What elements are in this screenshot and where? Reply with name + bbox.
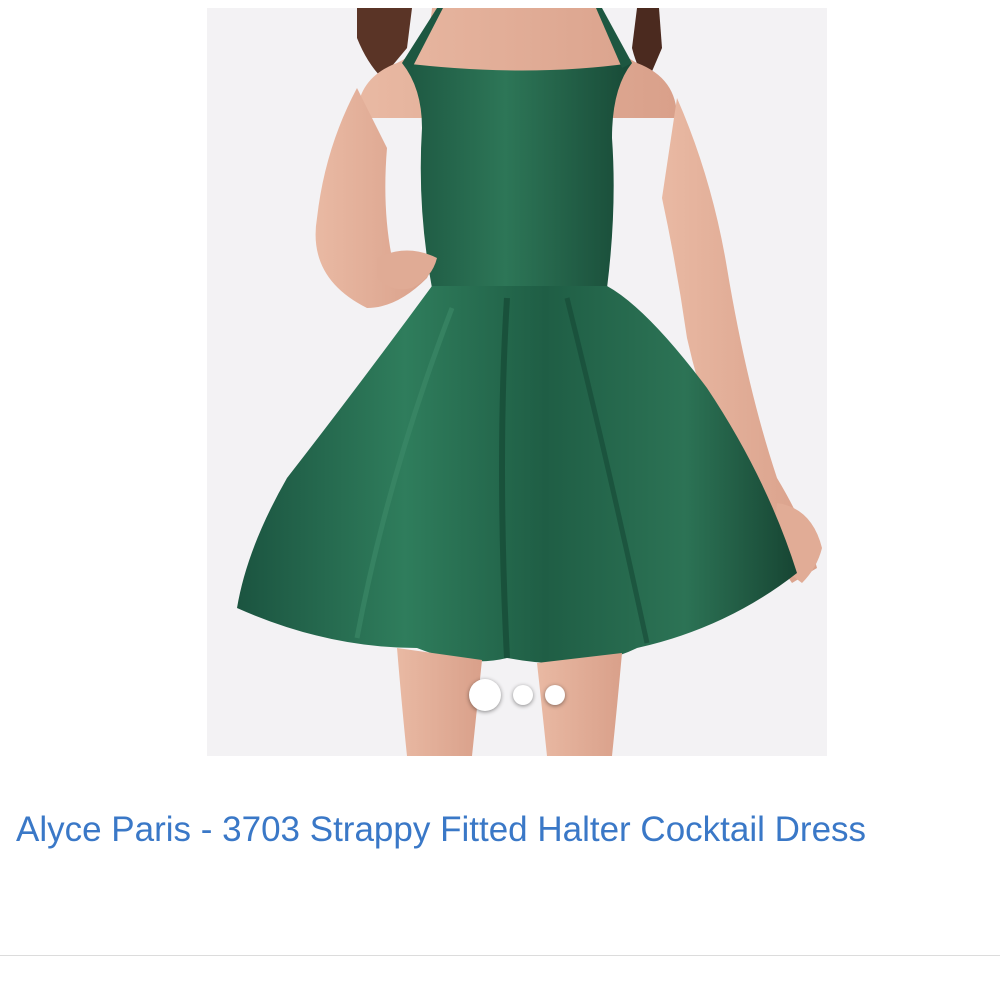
carousel-dot-3[interactable]	[545, 685, 565, 705]
product-image-carousel[interactable]	[207, 8, 827, 756]
product-card: Alyce Paris - 3703 Strappy Fitted Halter…	[0, 0, 1000, 1000]
carousel-dot-1[interactable]	[469, 679, 501, 711]
carousel-indicator	[207, 679, 827, 711]
product-title-link[interactable]: Alyce Paris - 3703 Strappy Fitted Halter…	[16, 804, 966, 856]
carousel-dot-2[interactable]	[513, 685, 533, 705]
divider	[0, 955, 1000, 956]
product-photo	[237, 8, 822, 756]
